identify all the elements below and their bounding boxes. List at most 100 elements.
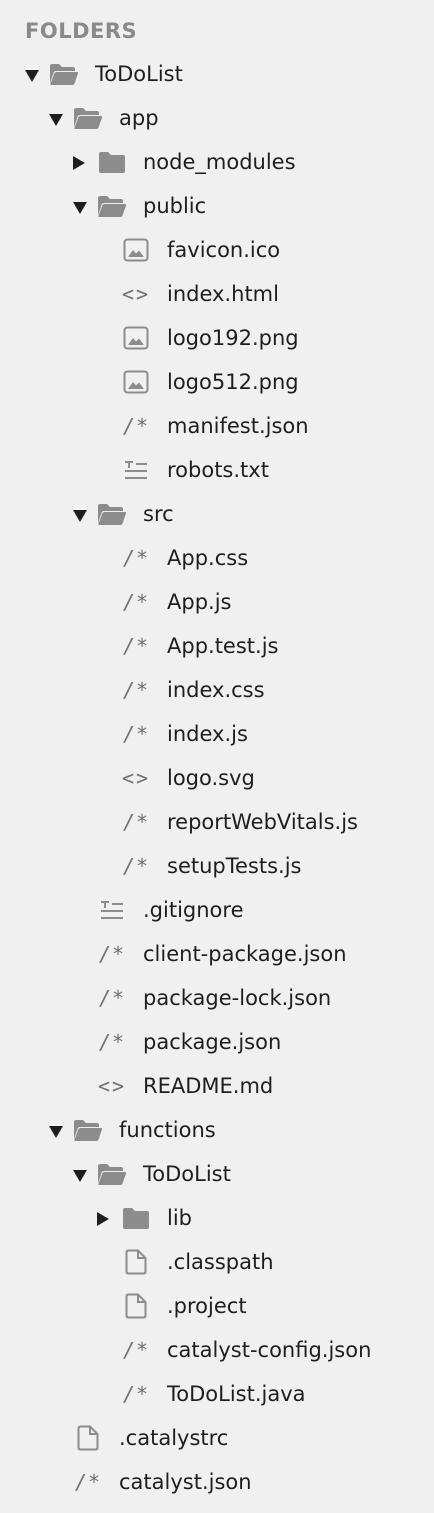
chevron-down-icon[interactable] [49, 111, 63, 126]
folder-open-icon [73, 103, 103, 133]
comment-file-icon: /* [122, 1382, 150, 1406]
tree-item-label: node_modules [143, 150, 296, 174]
tree-file-row[interactable]: /* App.js [0, 580, 434, 624]
tree-file-row[interactable]: /* ToDoList.java [0, 1372, 434, 1416]
tree-file-row[interactable]: /* manifest.json [0, 404, 434, 448]
folder-icon [121, 1203, 151, 1233]
chevron-down-icon[interactable] [49, 1123, 63, 1138]
tree-file-row[interactable]: .catalystrc [0, 1416, 434, 1460]
tree-item-label: manifest.json [167, 414, 309, 438]
tree-file-row[interactable]: .classpath [0, 1240, 434, 1284]
tree-item-label: app [119, 106, 159, 130]
chevron-right-icon[interactable] [97, 1211, 111, 1226]
folder-open-icon [97, 1159, 127, 1189]
tree-item-label: setupTests.js [167, 854, 302, 878]
tree-item-label: logo512.png [167, 370, 299, 394]
tree-folder-row[interactable]: app [0, 96, 434, 140]
tree-folder-row[interactable]: src [0, 492, 434, 536]
tree-item-label: App.test.js [167, 634, 279, 658]
tree-file-row[interactable]: /* setupTests.js [0, 844, 434, 888]
tree-file-row[interactable]: /* App.css [0, 536, 434, 580]
tree-file-row[interactable]: /* reportWebVitals.js [0, 800, 434, 844]
tree-file-row[interactable]: <> README.md [0, 1064, 434, 1108]
comment-file-icon: /* [122, 678, 150, 702]
tree-item-label: index.css [167, 678, 265, 702]
tree-item-label: .catalystrc [119, 1426, 229, 1450]
tree-item-label: .classpath [167, 1250, 274, 1274]
text-file-icon [97, 895, 127, 925]
tree-item-label: ToDoList [143, 1162, 231, 1186]
blank-file-icon [121, 1247, 151, 1277]
tree-file-row[interactable]: logo192.png [0, 316, 434, 360]
tree-file-row[interactable]: <> logo.svg [0, 756, 434, 800]
tree-folder-row[interactable]: functions [0, 1108, 434, 1152]
chevron-down-icon[interactable] [73, 199, 87, 214]
blank-file-icon [73, 1423, 103, 1453]
tree-item-label: favicon.ico [167, 238, 281, 262]
chevron-down-icon[interactable] [73, 507, 87, 522]
comment-file-icon: /* [122, 414, 150, 438]
comment-file-icon: /* [122, 546, 150, 570]
comment-file-icon: /* [122, 722, 150, 746]
folder-open-icon [49, 59, 79, 89]
folder-open-icon [97, 191, 127, 221]
tree-folder-row[interactable]: public [0, 184, 434, 228]
tree-item-label: index.js [167, 722, 248, 746]
tree-file-row[interactable]: robots.txt [0, 448, 434, 492]
tree-file-row[interactable]: /* package.json [0, 1020, 434, 1064]
chevron-down-icon[interactable] [73, 1167, 87, 1182]
code-file-icon: <> [121, 282, 151, 306]
tree-item-label: reportWebVitals.js [167, 810, 358, 834]
tree-file-row[interactable]: /* index.css [0, 668, 434, 712]
tree-item-label: lib [167, 1206, 192, 1230]
tree-folder-row[interactable]: ToDoList [0, 52, 434, 96]
comment-file-icon: /* [98, 986, 126, 1010]
image-file-icon [121, 323, 151, 353]
tree-folder-row[interactable]: node_modules [0, 140, 434, 184]
tree-folder-row[interactable]: ToDoList [0, 1152, 434, 1196]
tree-item-label: src [143, 502, 174, 526]
tree-item-label: functions [119, 1118, 216, 1142]
tree-file-row[interactable]: .gitignore [0, 888, 434, 932]
folder-icon [97, 147, 127, 177]
text-file-icon [121, 455, 151, 485]
tree-item-label: package.json [143, 1030, 282, 1054]
tree-file-row[interactable]: /* catalyst-config.json [0, 1328, 434, 1372]
comment-file-icon: /* [122, 810, 150, 834]
tree-item-label: package-lock.json [143, 986, 332, 1010]
folders-header: FOLDERS [25, 19, 138, 43]
tree-file-row[interactable]: <> index.html [0, 272, 434, 316]
tree-item-label: logo192.png [167, 326, 299, 350]
chevron-down-icon[interactable] [25, 67, 39, 82]
tree-item-label: .gitignore [143, 898, 244, 922]
comment-file-icon: /* [122, 854, 150, 878]
comment-file-icon: /* [98, 942, 126, 966]
comment-file-icon: /* [122, 634, 150, 658]
comment-file-icon: /* [122, 590, 150, 614]
tree-item-label: App.js [167, 590, 232, 614]
image-file-icon [121, 367, 151, 397]
tree-item-label: index.html [167, 282, 279, 306]
code-file-icon: <> [121, 766, 151, 790]
tree-file-row[interactable]: /* package-lock.json [0, 976, 434, 1020]
tree-item-label: ToDoList.java [167, 1382, 306, 1406]
tree-file-row[interactable]: /* App.test.js [0, 624, 434, 668]
tree-item-label: README.md [143, 1074, 274, 1098]
tree-file-row[interactable]: /* index.js [0, 712, 434, 756]
tree-file-row[interactable]: /* catalyst.json [0, 1460, 434, 1504]
folders-sidebar: FOLDERS ToDoList app node_modules public… [0, 0, 434, 1513]
tree-item-label: logo.svg [167, 766, 255, 790]
comment-file-icon: /* [74, 1470, 102, 1494]
tree-folder-row[interactable]: lib [0, 1196, 434, 1240]
chevron-right-icon[interactable] [73, 155, 87, 170]
tree-file-row[interactable]: favicon.ico [0, 228, 434, 272]
tree-item-label: App.css [167, 546, 249, 570]
tree-item-label: robots.txt [167, 458, 269, 482]
comment-file-icon: /* [98, 1030, 126, 1054]
tree-file-row[interactable]: /* client-package.json [0, 932, 434, 976]
tree-file-row[interactable]: logo512.png [0, 360, 434, 404]
tree-file-row[interactable]: .project [0, 1284, 434, 1328]
code-file-icon: <> [97, 1074, 127, 1098]
tree-item-label: catalyst.json [119, 1470, 252, 1494]
tree-item-label: catalyst-config.json [167, 1338, 372, 1362]
